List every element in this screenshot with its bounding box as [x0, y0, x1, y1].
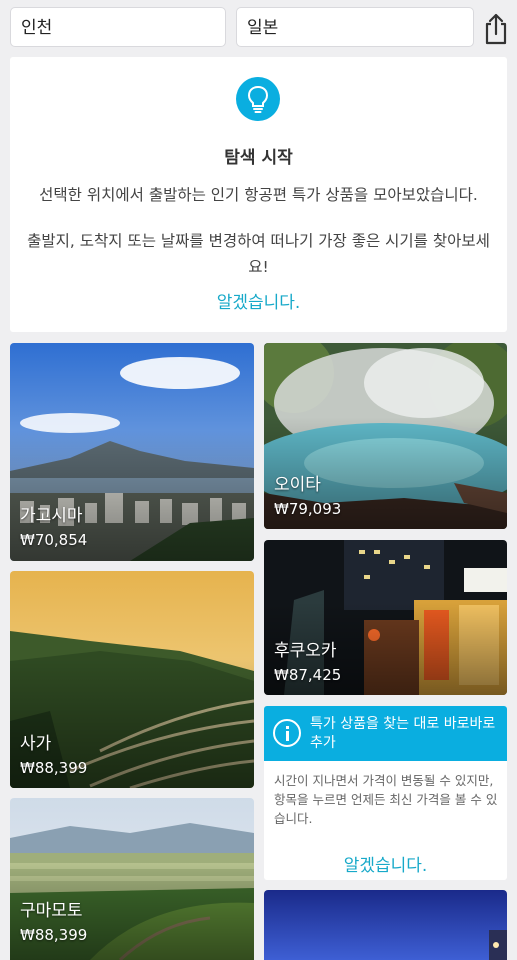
- search-bar: 인천 일본: [0, 0, 517, 56]
- info-card-header: 특가 상품을 찾는 대로 바로바로 추가: [264, 706, 507, 761]
- explore-description-2: 출발지, 도착지 또는 날짜를 변경하여 떠나기 가장 좋은 시기를 찾아보세요…: [27, 232, 490, 276]
- destination-tile-kagoshima[interactable]: 가고시마 ₩70,854: [10, 343, 254, 561]
- explore-description: 선택한 위치에서 출발하는 인기 항공편 특가 상품을 모아보았습니다.: [39, 186, 478, 204]
- destination-tile-saga[interactable]: 사가 ₩88,399: [10, 571, 254, 788]
- destination-price: ₩79,093: [274, 500, 342, 518]
- info-card-body: 시간이 지나면서 가격이 변동될 수 있지만, 항목을 누르면 언제든 최신 가…: [274, 773, 498, 826]
- explore-card: 탐색 시작 선택한 위치에서 출발하는 인기 항공편 특가 상품을 모아보았습니…: [10, 57, 507, 332]
- destination-price: ₩88,399: [20, 926, 88, 944]
- info-icon: [273, 719, 301, 747]
- destination-city: 가고시마: [20, 506, 83, 526]
- destination-city: 사가: [20, 734, 52, 754]
- info-card: 특가 상품을 찾는 대로 바로바로 추가 시간이 지나면서 가격이 변동될 수 …: [264, 706, 507, 880]
- destination-city: 오이타: [274, 475, 321, 495]
- info-dismiss-button[interactable]: 알겠습니다.: [264, 851, 507, 876]
- explore-dismiss-button[interactable]: 알겠습니다.: [10, 288, 507, 313]
- origin-field[interactable]: 인천: [10, 7, 226, 47]
- destination-city: 구마모토: [20, 901, 83, 921]
- destination-field[interactable]: 일본: [236, 7, 474, 47]
- share-icon: [485, 13, 507, 45]
- destination-tile-next[interactable]: [264, 890, 507, 960]
- destination-price: ₩88,399: [20, 759, 88, 777]
- night-city-photo: [264, 890, 507, 960]
- destination-tile-fukuoka[interactable]: 후쿠오카 ₩87,425: [264, 540, 507, 695]
- destination-city: 후쿠오카: [274, 641, 337, 661]
- lightbulb-icon: [236, 77, 280, 121]
- share-button[interactable]: [482, 12, 510, 46]
- destination-tile-kumamoto[interactable]: 구마모토 ₩88,399: [10, 798, 254, 960]
- info-card-title: 특가 상품을 찾는 대로 바로바로 추가: [310, 716, 496, 751]
- explore-title: 탐색 시작: [224, 148, 293, 168]
- destination-price: ₩70,854: [20, 531, 88, 549]
- destination-tile-oita[interactable]: 오이타 ₩79,093: [264, 343, 507, 529]
- destination-price: ₩87,425: [274, 666, 342, 684]
